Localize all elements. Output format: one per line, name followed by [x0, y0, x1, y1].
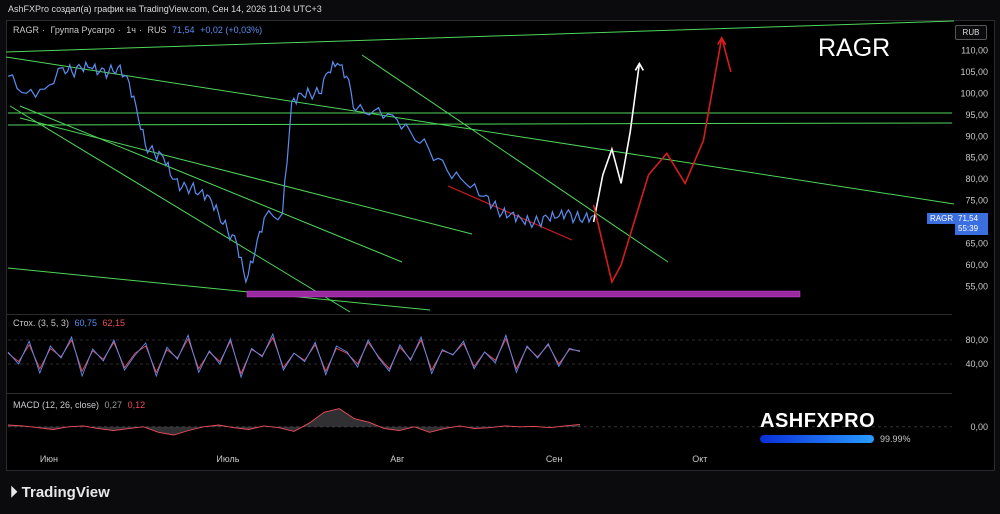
- time-axis-tick: Июн: [40, 454, 58, 464]
- time-axis-tick: Июль: [216, 454, 239, 464]
- stoch-k-value: 60,75: [74, 318, 97, 328]
- legend-timeframe: 1ч: [126, 25, 136, 35]
- price-tag-symbol: RAGR: [927, 213, 957, 224]
- stoch-d-value: 62,15: [102, 318, 126, 328]
- stoch-axis-tick: 40,00: [965, 359, 988, 369]
- time-axis-tick: Сен: [546, 454, 563, 464]
- tradingview-logo[interactable]: ⏵ TradingView: [10, 484, 110, 501]
- legend-last-price: 71,54: [172, 25, 195, 35]
- stoch-d-line: [7, 336, 581, 375]
- stoch-k-line: [7, 332, 581, 379]
- trendline: [7, 122, 953, 126]
- legend-name: Группа Русагро: [50, 25, 115, 35]
- stoch-legend: Стох. (3, 5, 3) 60,75 62,15: [13, 318, 128, 328]
- price-axis-tick: 80,00: [965, 174, 988, 184]
- pane-divider-2[interactable]: [6, 393, 952, 394]
- trendline: [7, 267, 431, 311]
- tv-brand: TradingView: [21, 484, 110, 501]
- stoch-label: Стох. (3, 5, 3): [13, 318, 69, 328]
- watermark-progress-bar: [760, 435, 874, 443]
- time-axis-tick: Авг: [390, 454, 405, 464]
- currency-badge[interactable]: RUB: [955, 25, 987, 40]
- trendline: [19, 117, 473, 235]
- price-axis-tick: 65,00: [965, 238, 988, 248]
- legend-change: +0,02 (+0,03%): [200, 25, 263, 35]
- trendline: [9, 105, 351, 313]
- projection-white-line: [592, 63, 641, 223]
- price-line: [7, 59, 594, 285]
- price-tag-value: 71,54 55:39: [955, 213, 988, 235]
- legend-ticker: RAGR: [13, 25, 40, 35]
- macd-value: 0,27: [104, 400, 123, 410]
- trendline: [19, 105, 403, 263]
- macd-signal-value: 0,12: [127, 400, 146, 410]
- watermark-text: ASHFXPRO: [760, 410, 876, 432]
- trendline: [5, 56, 955, 205]
- support-zone: [246, 290, 801, 298]
- overlay-symbol: RAGR: [818, 34, 891, 62]
- legend-exchange: RUS: [147, 25, 167, 35]
- main-legend: RAGR · Группа Русагро · 1ч · RUS 71,54 +0,0…: [13, 25, 263, 35]
- price-tag-price: 71,54: [958, 214, 979, 223]
- price-axis-tick: 105,00: [960, 67, 988, 77]
- macd-legend: MACD (12, 26, close) 0,27 0,12: [13, 400, 148, 410]
- pane-divider-1[interactable]: [6, 314, 952, 315]
- price-axis-tick: 95,00: [965, 110, 988, 120]
- time-axis-tick: Окт: [692, 454, 707, 464]
- macd-line: [7, 408, 581, 436]
- trendline: [361, 54, 669, 263]
- price-axis-tick: 100,00: [960, 88, 988, 98]
- macd-axis-tick: 0,00: [970, 422, 988, 432]
- price-axis-tick: 85,00: [965, 153, 988, 163]
- price-tag-countdown: 55:39: [958, 224, 979, 233]
- price-axis-tick: 75,00: [965, 196, 988, 206]
- tv-logo-icon: ⏵: [10, 484, 22, 501]
- price-axis-tick: 90,00: [965, 131, 988, 141]
- macd-label: MACD (12, 26, close): [13, 400, 100, 410]
- price-axis-tick: 55,00: [965, 281, 988, 291]
- stoch-axis-tick: 80,00: [965, 335, 988, 345]
- price-axis-tick: 60,00: [965, 260, 988, 270]
- watermark-percent: 99.99%: [880, 434, 911, 444]
- price-axis-tick: 110,00: [961, 46, 988, 56]
